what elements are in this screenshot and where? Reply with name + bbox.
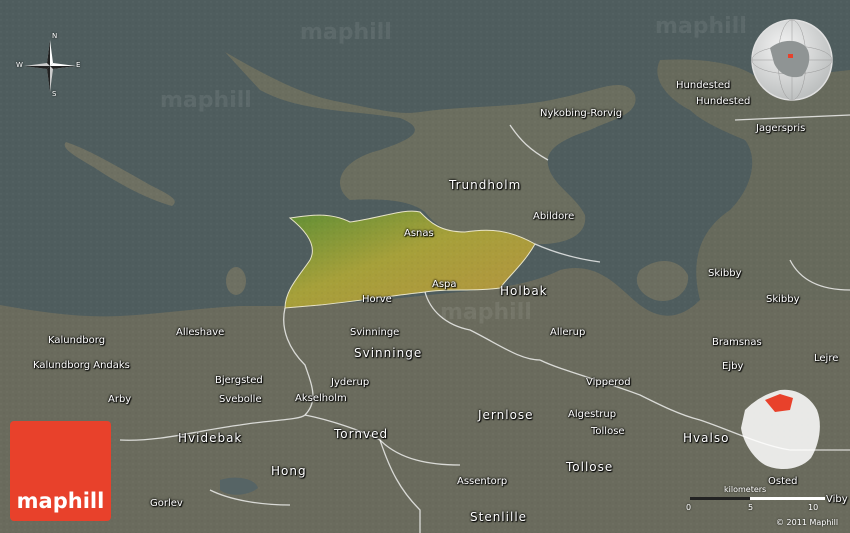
place-label: Tollose [591,426,625,437]
place-label: Kalundborg [48,335,106,346]
compass-rose: N S E W [16,32,82,98]
place-label: Tollose [566,460,614,474]
maphill-logo[interactable]: maphill [10,421,111,521]
place-label: Ejby [722,361,744,372]
place-label: Hvalso [683,431,730,445]
inset-shape [741,389,820,470]
place-label: Jagerspris [756,123,806,134]
place-label: Kalundborg Andaks [33,360,130,371]
place-label: Skibby [708,268,742,279]
logo-text: maphill [16,489,105,513]
scale-tick: 10 [808,503,819,512]
globe-locator [750,18,834,102]
compass-east: E [76,61,81,69]
scale-bar: kilometers 0 5 10 [680,485,830,515]
watermark: maphill [160,88,252,113]
place-label: Tornved [334,427,389,441]
place-label: Bjergsted [215,375,263,386]
place-label: Hvidebak [178,431,243,445]
inset-map [735,380,825,475]
place-label: Hong [271,464,307,478]
compass-west: W [16,61,23,69]
compass-icon [24,40,76,92]
place-label: Jernlose [478,408,534,422]
place-label: Jyderup [331,377,370,388]
watermark: maphill [300,20,392,45]
map-view[interactable]: maphill maphill maphill maphill Hundeste… [0,0,850,533]
watermark: maphill [655,14,747,39]
place-label: Hundested [676,80,731,91]
scale-tick: 0 [686,503,692,512]
globe-icon [751,19,833,101]
compass-south: S [52,90,57,98]
place-label: Hundested [696,96,751,107]
place-label: Svebolle [219,394,262,405]
scale-title: kilometers [724,485,767,494]
place-label: Svinninge [350,327,400,338]
place-label: Trundholm [449,178,522,192]
place-label: Allerup [550,327,586,338]
place-label: Asnas [404,228,434,239]
place-label: Gorlev [150,498,183,509]
place-label: Alleshave [176,327,225,338]
place-label: Algestrup [568,409,617,420]
place-label: Bramsnas [712,337,762,348]
place-label: Abildore [533,211,575,222]
place-label: Vipperod [586,377,631,388]
place-label: Stenlille [470,510,528,524]
place-label: Skibby [766,294,800,305]
place-label: Akselholm [295,393,347,404]
place-label: Lejre [814,353,839,364]
place-label: Holbak [500,284,548,298]
copyright-text: © 2011 Maphill [776,518,839,527]
place-label: Aspa [432,279,457,290]
place-label: Svinninge [354,346,423,360]
place-label: Horve [362,294,392,305]
place-label: Assentorp [457,476,508,487]
place-label: Arby [108,394,132,405]
watermark: maphill [440,300,532,325]
compass-north: N [52,32,58,40]
scale-tick: 5 [748,503,754,512]
place-label: Nykobing-Rorvig [540,108,623,119]
